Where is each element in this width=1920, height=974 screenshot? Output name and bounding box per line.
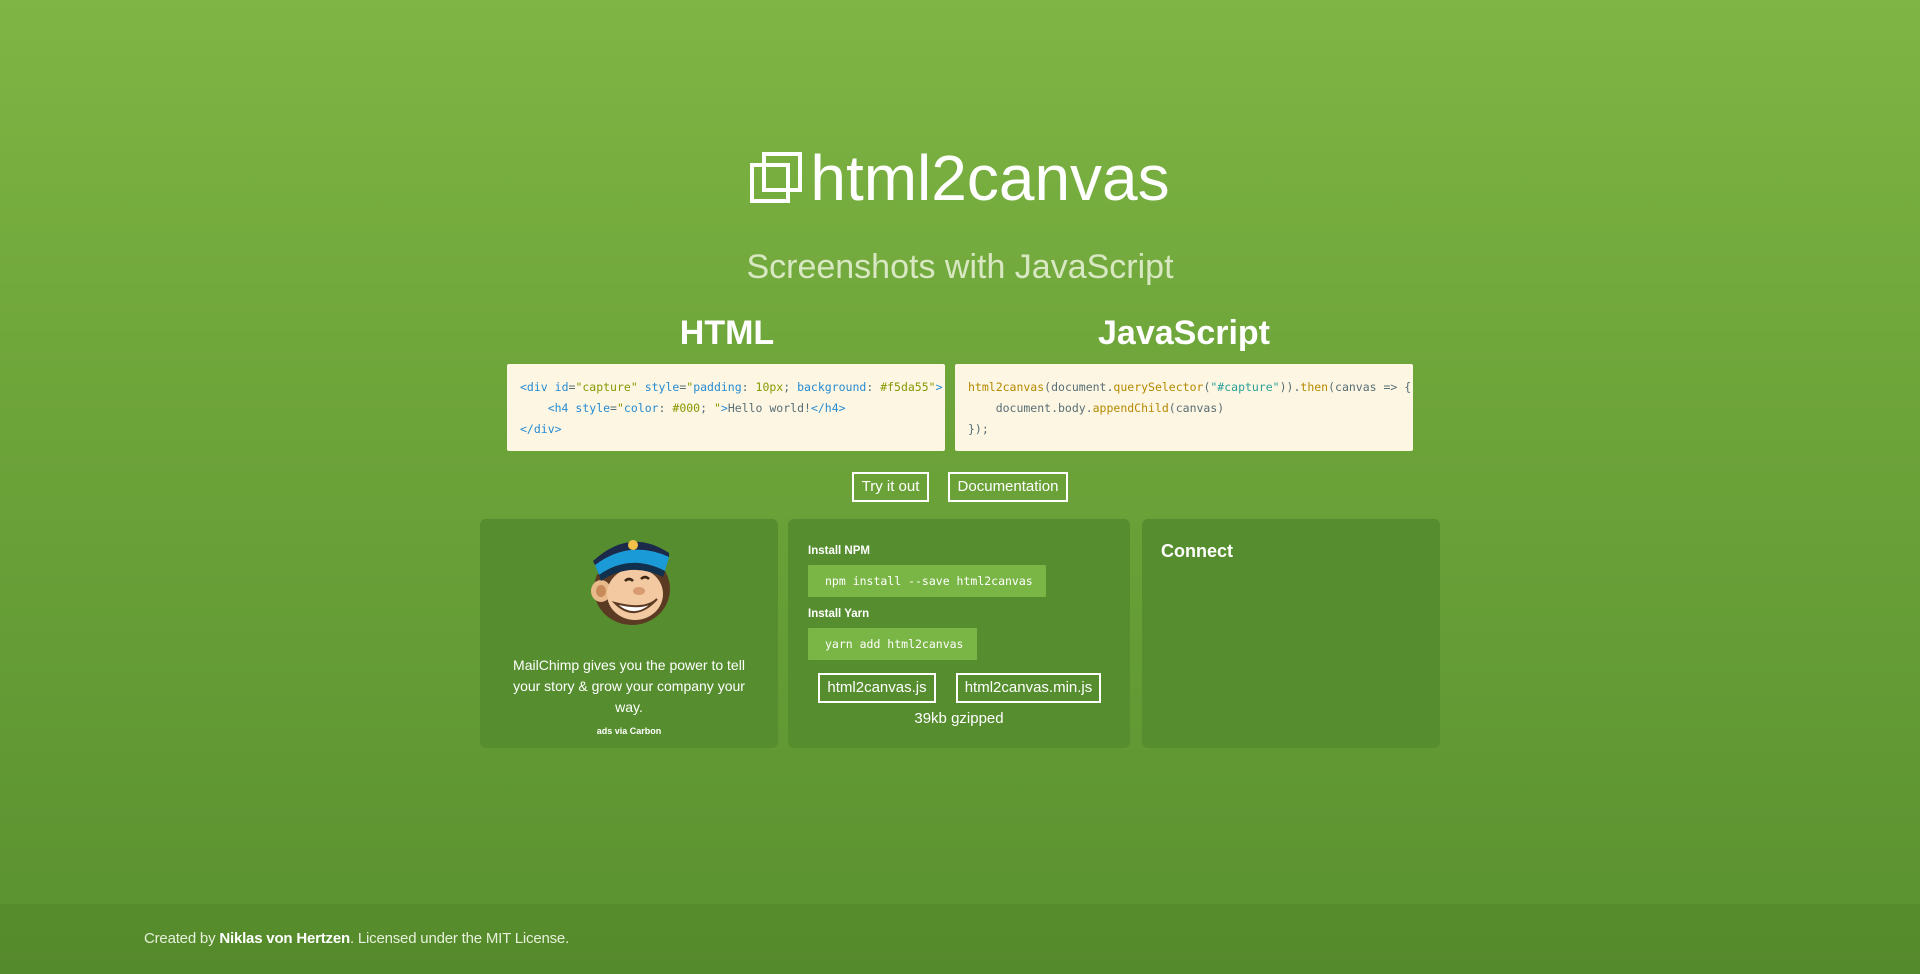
documentation-button[interactable]: Documentation [948,472,1068,502]
install-panel: Install NPM npm install --save html2canv… [788,519,1130,748]
stacked-squares-icon [750,152,803,203]
code-line: html2canvas(document.querySelector("#cap… [968,380,1412,394]
footer-license: . Licensed under the MIT License. [349,930,570,947]
install-yarn-label: Install Yarn [808,608,870,620]
mailchimp-monkey-icon[interactable] [585,531,675,627]
code-line: <h4 style="color: #000; ">Hello world!</… [547,401,846,415]
download-html2canvas-js-button[interactable]: html2canvas.js [818,673,936,703]
ad-text[interactable]: MailChimp gives you the power to tell yo… [500,655,758,718]
javascript-code-block: html2canvas(document.querySelector("#cap… [955,364,1413,451]
download-html2canvas-min-js-button[interactable]: html2canvas.min.js [956,673,1101,703]
code-line: }); [968,422,989,436]
code-line: </div> [520,422,562,436]
site-logo: html2canvas [0,143,1920,213]
yarn-install-command[interactable]: yarn add html2canvas [808,628,977,660]
author-link[interactable]: Niklas von Hertzen [219,930,350,947]
ad-via-carbon-link[interactable]: ads via Carbon [480,726,778,736]
tagline: Screenshots with JavaScript [746,248,1174,286]
connect-panel: Connect [1142,519,1440,748]
footer-credits: Created by Niklas von Hertzen. Licensed … [144,930,569,947]
html-code-block: <div id="capture" style="padding: 10px; … [507,364,945,451]
try-it-out-button[interactable]: Try it out [852,472,929,502]
carbon-ad-panel: MailChimp gives you the power to tell yo… [480,519,778,748]
javascript-example-title: JavaScript [1098,314,1270,352]
bundle-size-note: 39kb gzipped [914,710,1004,727]
html-example-title: HTML [679,314,775,352]
install-npm-label: Install NPM [808,545,870,557]
code-line: <div id="capture" style="padding: 10px; … [520,380,943,394]
connect-title: Connect [1161,541,1233,561]
site-title: html2canvas [810,142,1170,214]
footer-prefix: Created by [144,930,220,947]
footer: Created by Niklas von Hertzen. Licensed … [0,904,1920,974]
npm-install-command[interactable]: npm install --save html2canvas [808,565,1046,597]
code-line: document.body.appendChild(canvas) [968,401,1225,415]
